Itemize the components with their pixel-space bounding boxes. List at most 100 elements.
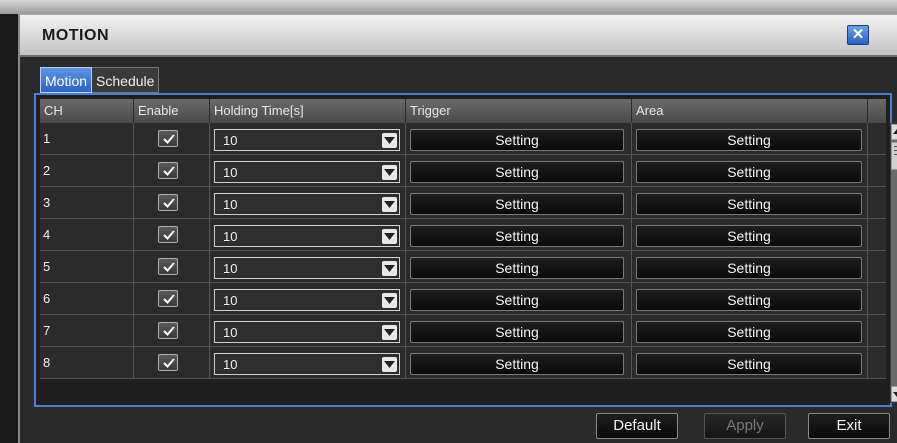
- checkmark-icon: [163, 326, 175, 336]
- dropdown-arrow-icon[interactable]: [382, 293, 397, 308]
- holding-time-cell: 10: [210, 251, 406, 283]
- enable-cell: [134, 315, 210, 347]
- channel-cell: 4: [40, 219, 134, 251]
- trigger-setting-button[interactable]: Setting: [410, 161, 624, 183]
- area-cell: Setting: [632, 219, 868, 251]
- checkmark-icon: [163, 294, 175, 304]
- holding-time-value: 10: [223, 197, 238, 212]
- channel-number: 1: [43, 131, 51, 146]
- table-body: 1 10 Setting Setting 2 10 Setting Setting 3 10 Set…: [40, 123, 886, 379]
- channel-number: 5: [43, 259, 51, 274]
- header-trigger: Trigger: [406, 99, 632, 123]
- holding-time-cell: 10: [210, 315, 406, 347]
- channel-number: 7: [43, 323, 51, 338]
- holding-time-select[interactable]: 10: [214, 257, 400, 279]
- dropdown-arrow-icon[interactable]: [382, 229, 397, 244]
- holding-time-cell: 10: [210, 283, 406, 315]
- default-button[interactable]: Default: [596, 413, 678, 439]
- dropdown-arrow-icon[interactable]: [382, 197, 397, 212]
- channel-number: 2: [43, 163, 51, 178]
- area-setting-button[interactable]: Setting: [636, 353, 862, 375]
- trigger-setting-button[interactable]: Setting: [410, 257, 624, 279]
- trigger-setting-button[interactable]: Setting: [410, 353, 624, 375]
- trigger-setting-button[interactable]: Setting: [410, 193, 624, 215]
- motion-dialog: MOTION ✕ Motion Schedule CH Enable Holdi…: [18, 14, 897, 443]
- apply-button[interactable]: Apply: [704, 413, 786, 439]
- area-cell: Setting: [632, 155, 868, 187]
- area-setting-button[interactable]: Setting: [636, 225, 862, 247]
- channel-cell: 2: [40, 155, 134, 187]
- holding-time-value: 10: [223, 325, 238, 340]
- trigger-cell: Setting: [406, 155, 632, 187]
- enable-checkbox[interactable]: [158, 322, 178, 339]
- area-setting-button[interactable]: Setting: [636, 129, 862, 151]
- holding-time-select[interactable]: 10: [214, 225, 400, 247]
- area-setting-button[interactable]: Setting: [636, 289, 862, 311]
- checkmark-icon: [163, 230, 175, 240]
- area-cell: Setting: [632, 315, 868, 347]
- trigger-cell: Setting: [406, 347, 632, 379]
- close-icon[interactable]: ✕: [847, 25, 869, 45]
- table-row: 7 10 Setting Setting: [40, 315, 886, 347]
- enable-checkbox[interactable]: [158, 290, 178, 307]
- channel-cell: 6: [40, 283, 134, 315]
- holding-time-select[interactable]: 10: [214, 193, 400, 215]
- header-enable: Enable: [134, 99, 210, 123]
- checkmark-icon: [163, 262, 175, 272]
- dialog-title: MOTION: [42, 27, 109, 44]
- holding-time-select[interactable]: 10: [214, 321, 400, 343]
- table-row: 6 10 Setting Setting: [40, 283, 886, 315]
- trigger-setting-button[interactable]: Setting: [410, 289, 624, 311]
- dropdown-arrow-icon[interactable]: [382, 325, 397, 340]
- scroll-up-icon[interactable]: [891, 124, 897, 140]
- enable-checkbox[interactable]: [158, 354, 178, 371]
- dropdown-arrow-icon[interactable]: [382, 165, 397, 180]
- holding-time-cell: 10: [210, 123, 406, 155]
- table-scrollbar[interactable]: [890, 123, 897, 403]
- dropdown-arrow-icon[interactable]: [382, 261, 397, 276]
- trigger-setting-button[interactable]: Setting: [410, 225, 624, 247]
- holding-time-select[interactable]: 10: [214, 129, 400, 151]
- enable-checkbox[interactable]: [158, 226, 178, 243]
- tab-motion[interactable]: Motion: [40, 67, 93, 93]
- trigger-setting-button[interactable]: Setting: [410, 129, 624, 151]
- channel-table: CH Enable Holding Time[s] Trigger Area 1…: [40, 99, 886, 379]
- holding-time-select[interactable]: 10: [214, 289, 400, 311]
- enable-checkbox[interactable]: [158, 162, 178, 179]
- enable-cell: [134, 251, 210, 283]
- enable-cell: [134, 219, 210, 251]
- area-setting-button[interactable]: Setting: [636, 257, 862, 279]
- scrollbar-thumb[interactable]: [891, 142, 897, 170]
- channel-cell: 5: [40, 251, 134, 283]
- holding-time-cell: 10: [210, 187, 406, 219]
- trigger-cell: Setting: [406, 315, 632, 347]
- holding-time-select[interactable]: 10: [214, 353, 400, 375]
- trigger-cell: Setting: [406, 251, 632, 283]
- title-bar: MOTION ✕: [20, 15, 897, 57]
- channel-number: 3: [43, 195, 51, 210]
- table-row: 3 10 Setting Setting: [40, 187, 886, 219]
- table-row: 4 10 Setting Setting: [40, 219, 886, 251]
- dropdown-arrow-icon[interactable]: [382, 357, 397, 372]
- area-cell: Setting: [632, 123, 868, 155]
- header-holding-time: Holding Time[s]: [210, 99, 406, 123]
- tab-schedule[interactable]: Schedule: [92, 67, 160, 93]
- enable-checkbox[interactable]: [158, 258, 178, 275]
- area-setting-button[interactable]: Setting: [636, 193, 862, 215]
- trigger-cell: Setting: [406, 219, 632, 251]
- area-setting-button[interactable]: Setting: [636, 161, 862, 183]
- table-header: CH Enable Holding Time[s] Trigger Area: [40, 99, 886, 123]
- scroll-down-icon[interactable]: [891, 386, 897, 402]
- holding-time-value: 10: [223, 133, 238, 148]
- exit-button[interactable]: Exit: [808, 413, 890, 439]
- table-row: 8 10 Setting Setting: [40, 347, 886, 379]
- enable-checkbox[interactable]: [158, 194, 178, 211]
- trigger-setting-button[interactable]: Setting: [410, 321, 624, 343]
- area-setting-button[interactable]: Setting: [636, 321, 862, 343]
- channel-number: 4: [43, 227, 51, 242]
- holding-time-value: 10: [223, 357, 238, 372]
- enable-checkbox[interactable]: [158, 130, 178, 147]
- dropdown-arrow-icon[interactable]: [382, 133, 397, 148]
- holding-time-select[interactable]: 10: [214, 161, 400, 183]
- channel-cell: 3: [40, 187, 134, 219]
